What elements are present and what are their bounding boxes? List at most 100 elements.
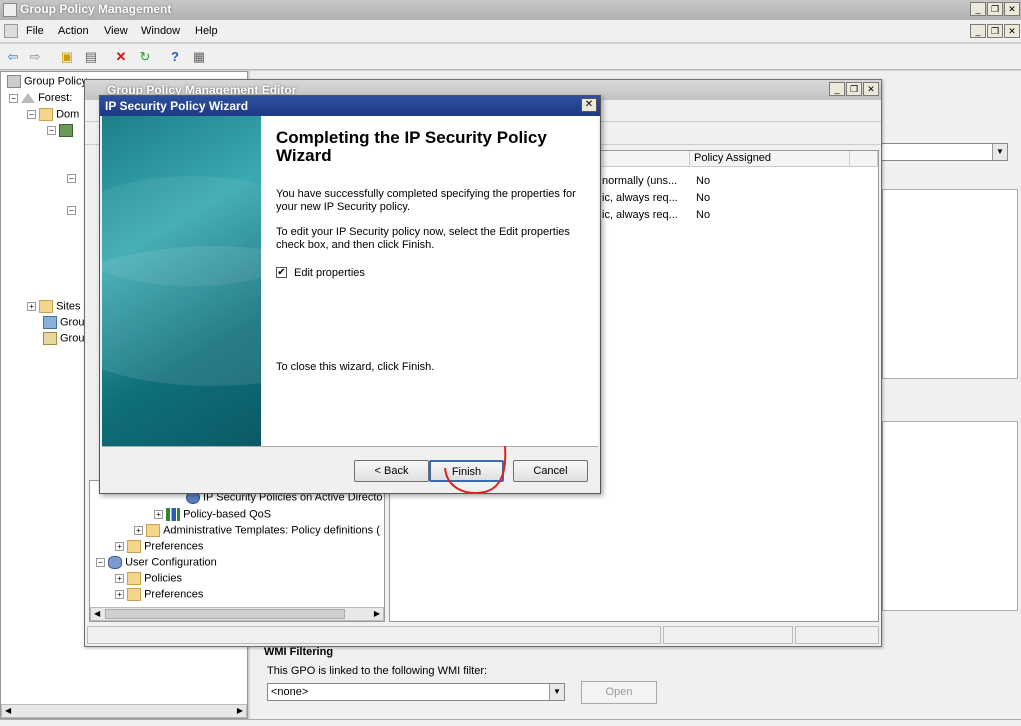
collapse-icon[interactable]: − [47,126,56,135]
tree-item-node-b[interactable]: − [67,204,76,216]
expand-icon[interactable]: + [115,542,124,551]
qos-chart-icon [166,508,181,521]
wizard-content-panel: Completing the IP Security Policy Wizard… [261,116,598,446]
row-assigned: No [696,192,711,204]
expand-icon[interactable]: + [134,526,143,535]
forest-icon [21,93,36,104]
tree-item-admin-templates[interactable]: + Administrative Templates: Policy defin… [134,524,380,537]
wizard-side-banner [102,116,261,446]
folder-icon [127,540,142,553]
tree-item-qos[interactable]: + Policy-based QoS [154,508,271,521]
up-folder-icon[interactable]: ▣ [58,48,76,66]
tree-item-domains[interactable]: − Dom [27,108,79,121]
collapse-icon[interactable]: − [9,93,18,103]
window-title: Group Policy Management [20,2,172,16]
tree-item-modeling[interactable]: Grou [43,316,84,329]
tree-item-user-preferences[interactable]: + Preferences [115,588,203,601]
tree-item-forest[interactable]: − Forest: [9,92,72,104]
wizard-heading: Completing the IP Security Policy Wizard [276,128,547,165]
scroll-right-icon[interactable]: ▶ [374,608,380,620]
folder-icon [127,572,142,585]
edit-properties-label[interactable]: Edit properties [294,267,494,280]
wmi-heading: WMI Filtering [264,646,334,658]
child-minimize-button[interactable]: _ [970,24,986,38]
left-horizontal-scrollbar[interactable]: ◀ ▶ [1,704,247,718]
cancel-button[interactable]: Cancel [513,460,588,482]
wmi-filter-select[interactable]: <none> ▼ [267,683,565,701]
gpme-maximize-button[interactable]: ❐ [846,82,862,96]
gpme-minimize-button[interactable]: _ [829,82,845,96]
results-icon [43,332,57,345]
child-close-button[interactable]: ✕ [1004,24,1020,38]
scroll-left-icon[interactable]: ◀ [94,608,100,620]
tree-item-user-configuration[interactable]: − User Configuration [96,556,217,569]
scroll-thumb[interactable] [105,609,345,619]
status-cell [87,626,661,644]
main-status-bar [0,719,1021,726]
tree-horizontal-scrollbar[interactable]: ◀ ▶ [90,607,384,621]
details-dropdown[interactable]: ▼ [880,143,1008,161]
column-header-policy-assigned[interactable]: Policy Assigned [690,151,850,167]
console-root-icon [7,75,21,88]
refresh-icon[interactable]: ↻ [136,48,154,66]
details-list-lower [882,421,1018,611]
expand-icon[interactable]: + [115,590,124,599]
status-cell [663,626,793,644]
back-arrow-icon[interactable]: ⇦ [4,48,22,66]
expand-icon[interactable]: + [27,302,36,311]
expand-icon[interactable]: + [154,510,163,519]
show-tree-icon[interactable]: ▤ [82,48,100,66]
menu-file[interactable]: File [26,25,44,37]
expand-icon[interactable]: + [115,574,124,583]
modeling-icon [43,316,57,329]
tree-item-domain[interactable]: − [47,124,76,137]
forward-arrow-icon[interactable]: ⇨ [26,48,44,66]
main-title-bar: Group Policy Management _ ❐ ✕ [0,0,1021,20]
menu-view[interactable]: View [104,25,128,37]
wizard-edit-instructions: To edit your IP Security policy now, sel… [276,226,570,251]
domain-icon [59,124,74,137]
wizard-completion-text: You have successfully completed specifyi… [276,188,576,213]
minimize-button[interactable]: _ [970,2,986,16]
collapse-icon[interactable]: − [67,173,76,183]
properties-icon[interactable]: ▦ [190,48,208,66]
wizard-separator [102,446,598,447]
column-header-spacer [850,151,878,167]
scroll-left-icon[interactable]: ◀ [5,705,11,717]
back-button[interactable]: < Back [354,460,429,482]
menu-help[interactable]: Help [195,25,218,37]
tree-item-preferences[interactable]: + Preferences [115,540,203,553]
edit-properties-checkbox[interactable]: ✔ [276,267,287,278]
wizard-close-button[interactable]: ✕ [581,98,597,112]
collapse-icon[interactable]: − [67,205,76,215]
close-button[interactable]: ✕ [1004,2,1020,16]
tree-item-results[interactable]: Grou [43,332,84,345]
tree-item-root[interactable]: Group Policy [7,75,87,88]
help-icon[interactable]: ? [166,48,184,66]
annotation-stroke [444,445,507,494]
user-icon [108,556,123,569]
sites-folder-icon [39,300,54,313]
open-wmi-button[interactable]: Open [581,681,657,704]
tree-item-policies[interactable]: + Policies [115,572,182,585]
gpme-tree-pane: IP Security Policies on Active Directo +… [89,480,385,622]
annotation-circle [444,445,507,494]
folder-icon [127,588,142,601]
gpme-close-button[interactable]: ✕ [863,82,879,96]
console-icon[interactable] [4,24,18,38]
scroll-right-icon[interactable]: ▶ [237,705,243,717]
wizard-title: IP Security Policy Wizard [105,99,249,113]
menu-action[interactable]: Action [58,25,89,37]
tree-item-sites[interactable]: + Sites [27,300,81,313]
domains-folder-icon [39,108,54,121]
row-description: normally (uns... [602,175,678,187]
collapse-icon[interactable]: − [27,110,36,119]
delete-icon[interactable]: ✕ [112,48,130,66]
menu-window[interactable]: Window [141,25,180,37]
restore-button[interactable]: ❐ [987,2,1003,16]
tree-item-node-a[interactable]: − [67,172,76,184]
child-restore-button[interactable]: ❐ [987,24,1003,38]
checkmark-icon: ✔ [277,267,286,278]
chevron-down-icon: ▼ [992,144,1007,160]
collapse-icon[interactable]: − [96,558,105,567]
